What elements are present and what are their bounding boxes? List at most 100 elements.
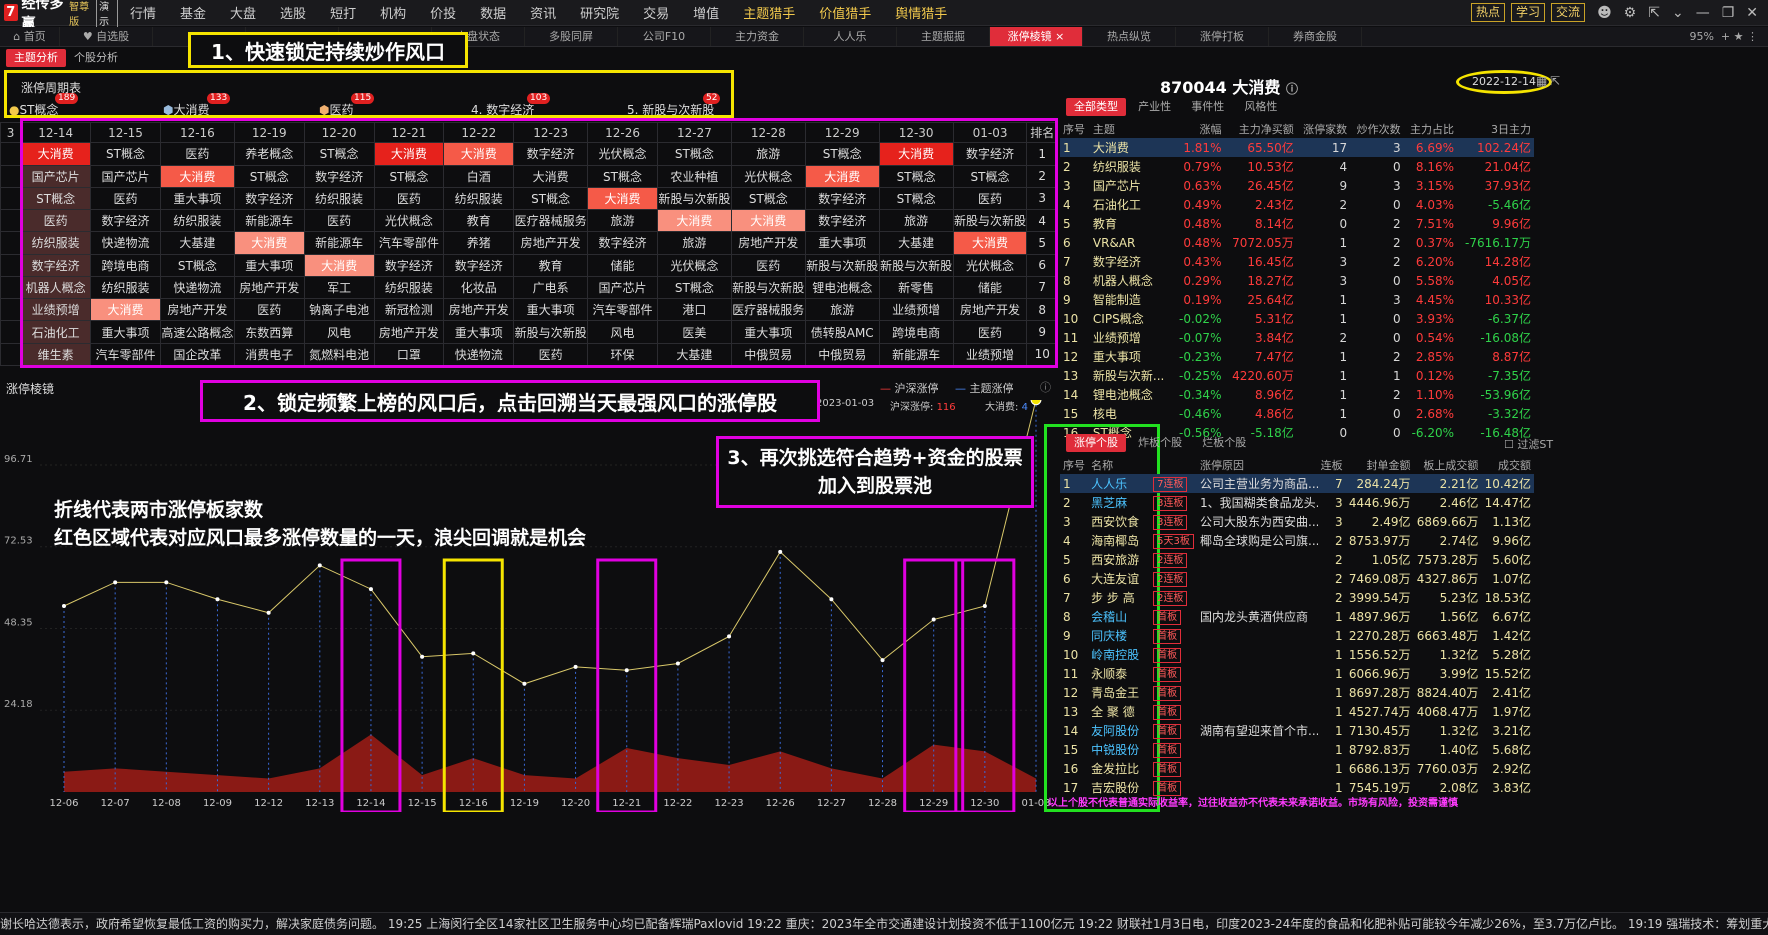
grid-theme-cell[interactable]: 储能 xyxy=(587,253,658,277)
news-ticker[interactable]: 谢长哈达德表示，政府希望恢复最低工资的购买力，解决家庭债务问题。 19:25 上… xyxy=(0,912,1768,935)
grid-theme-cell[interactable]: 快递物流 xyxy=(159,275,235,300)
stock-row[interactable]: 7 步 步 高 2连板 2 3999.54万 5.23亿 18.53亿 xyxy=(1060,588,1534,607)
market-point[interactable] xyxy=(368,587,373,592)
tab-style[interactable]: 风格性 xyxy=(1236,98,1285,116)
grid-theme-cell[interactable]: 旅游 xyxy=(804,298,880,322)
grid-theme-cell[interactable]: 钠离子电池 xyxy=(303,298,375,322)
grid-theme-cell[interactable]: 环保 xyxy=(587,342,658,367)
grid-theme-cell[interactable]: ST概念 xyxy=(20,186,92,211)
stock-col-head[interactable]: 涨停原因 xyxy=(1197,456,1317,474)
grid-theme-cell[interactable]: 医药 xyxy=(730,253,806,277)
grid-theme-cell[interactable]: ST概念 xyxy=(90,142,161,166)
theme-col-head[interactable]: 主力净买额 xyxy=(1224,120,1296,138)
grid-theme-cell[interactable]: 房地产开发 xyxy=(513,231,589,255)
grid-theme-cell[interactable]: 大消费 xyxy=(587,186,658,211)
stock-row[interactable]: 15 中锐股份 首板 1 8792.83万 1.40亿 5.68亿 xyxy=(1060,740,1534,759)
menu-item[interactable]: 数据 xyxy=(480,3,506,22)
grid-theme-cell[interactable]: 重大事项 xyxy=(513,298,589,322)
tab-item[interactable]: 券商金股 xyxy=(1269,27,1362,46)
grid-theme-cell[interactable]: 中俄贸易 xyxy=(730,342,806,367)
menu-item[interactable]: 资讯 xyxy=(530,3,556,22)
stock-row[interactable]: 9 同庆楼 首板 1 2270.28万 6663.48万 1.42亿 xyxy=(1060,626,1534,645)
stock-row[interactable]: 5 西安旅游 2连板 2 1.05亿 7573.28万 5.60亿 xyxy=(1060,550,1534,569)
grid-theme-cell[interactable]: 重大事项 xyxy=(730,320,806,344)
tab-rotten-stocks[interactable]: 烂板个股 xyxy=(1194,434,1254,452)
tab-stock-analysis[interactable]: 个股分析 xyxy=(66,49,126,67)
grid-theme-cell[interactable]: 业绩预增 xyxy=(878,298,954,322)
grid-theme-cell[interactable]: ST概念 xyxy=(513,186,589,211)
stock-col-head[interactable]: 封单金额 xyxy=(1346,456,1414,474)
help-icon[interactable]: ⓘ xyxy=(1040,379,1051,395)
grid-theme-cell[interactable]: 旅游 xyxy=(730,142,806,166)
tab-item[interactable]: 主题掘掘 xyxy=(897,27,990,46)
grid-theme-cell[interactable]: 纺织服装 xyxy=(20,231,92,255)
tab-item[interactable]: 涨停棱镜 × xyxy=(990,27,1083,46)
chevron-down-icon[interactable]: ⌄ xyxy=(1672,5,1684,21)
grid-theme-cell[interactable]: 旅游 xyxy=(878,209,954,233)
grid-theme-cell[interactable]: 光伏概念 xyxy=(373,209,445,233)
grid-date-head[interactable]: 01-03 xyxy=(952,121,1028,144)
grid-theme-cell[interactable]: 债转股AMC xyxy=(804,320,880,344)
grid-theme-cell[interactable]: 农业种植 xyxy=(656,164,732,188)
grid-theme-cell[interactable]: 储能 xyxy=(952,275,1028,300)
user-icon[interactable]: ☻ xyxy=(1597,5,1612,21)
minimize-icon[interactable]: — xyxy=(1696,5,1710,21)
theme-col-head[interactable]: 序号 xyxy=(1060,120,1090,138)
grid-theme-cell[interactable]: 教育 xyxy=(513,253,589,277)
theme-col-head[interactable]: 涨停家数 xyxy=(1297,120,1350,138)
grid-theme-cell[interactable]: 化妆品 xyxy=(443,275,515,300)
tab-theme-analysis[interactable]: 主题分析 xyxy=(6,49,66,67)
theme-row[interactable]: 2 纺织服装 0.79% 10.53亿 4 0 8.16% 21.04亿 xyxy=(1060,157,1534,176)
tab-item[interactable]: 热点纵览 xyxy=(1083,27,1176,46)
grid-theme-cell[interactable]: ST概念 xyxy=(878,164,954,188)
grid-theme-cell[interactable]: 光伏概念 xyxy=(587,142,658,166)
grid-theme-cell[interactable]: ST概念 xyxy=(159,253,235,277)
grid-theme-cell[interactable]: 大基建 xyxy=(656,342,732,367)
theme-row[interactable]: 10 CIPS概念 -0.02% 5.31亿 1 0 3.93% -6.37亿 xyxy=(1060,309,1534,328)
grid-theme-cell[interactable]: 大消费 xyxy=(373,142,445,166)
grid-theme-cell[interactable]: 港口 xyxy=(656,298,732,322)
grid-theme-cell[interactable]: 大消费 xyxy=(20,142,92,166)
grid-theme-cell[interactable]: ST概念 xyxy=(804,142,880,166)
grid-theme-cell[interactable]: 数字经济 xyxy=(443,253,515,277)
market-point[interactable] xyxy=(164,580,169,585)
stock-col-head[interactable]: 连板 xyxy=(1318,456,1346,474)
grid-theme-cell[interactable]: 维生素 xyxy=(20,342,92,367)
grid-theme-cell[interactable]: 房地产开发 xyxy=(373,320,445,344)
menu-item[interactable]: 行情 xyxy=(130,3,156,22)
market-point[interactable] xyxy=(62,604,66,608)
grid-theme-cell[interactable]: 新股与次新股 xyxy=(513,320,589,344)
market-point[interactable] xyxy=(1030,400,1042,406)
grid-date-head[interactable]: 12-28 xyxy=(730,121,806,144)
grid-theme-cell[interactable]: 纺织服装 xyxy=(443,186,515,211)
grid-theme-cell[interactable]: 新能源车 xyxy=(878,342,954,367)
tab-item[interactable]: 公司F10 xyxy=(618,27,711,46)
grid-theme-cell[interactable]: ST概念 xyxy=(587,164,658,188)
grid-theme-cell[interactable]: 机器人概念 xyxy=(20,275,92,300)
grid-date-head[interactable]: 12-23 xyxy=(513,121,589,144)
grid-date-head[interactable]: 12-22 xyxy=(443,121,515,144)
grid-theme-cell[interactable]: 医药 xyxy=(20,209,92,233)
stock-row[interactable]: 3 西安饮食 3连板 公司大股东为西安曲... 3 2.49亿 6869.66万 1.13亿 xyxy=(1060,512,1534,531)
tab-limit-up-stocks[interactable]: 涨停个股 xyxy=(1066,434,1126,452)
grid-date-head[interactable]: 12-15 xyxy=(90,121,161,144)
grid-theme-cell[interactable]: 国产芯片 xyxy=(587,275,658,300)
stock-row[interactable]: 2 黑芝麻 3连板 1、我国糊类食品龙头... 3 4446.96万 2.46亿 14.47亿 xyxy=(1060,493,1534,512)
market-point[interactable] xyxy=(829,597,834,602)
grid-theme-cell[interactable]: 新能源车 xyxy=(303,231,375,255)
theme-row[interactable]: 1 大消费 1.81% 65.50亿 17 3 6.69% 102.24亿 xyxy=(1060,138,1534,157)
grid-theme-cell[interactable]: 医药 xyxy=(373,186,445,211)
theme-row[interactable]: 4 石油化工 0.49% 2.43亿 2 0 4.03% -5.46亿 xyxy=(1060,195,1534,214)
grid-theme-cell[interactable]: 旅游 xyxy=(587,209,658,233)
menu-item[interactable]: 选股 xyxy=(280,3,306,22)
grid-theme-cell[interactable]: 数字经济 xyxy=(804,186,880,211)
grid-theme-cell[interactable]: 新股与次新股 xyxy=(730,275,806,300)
grid-theme-cell[interactable]: 养猪 xyxy=(443,231,515,255)
cycle-item-1[interactable]: ●ST概念 189 xyxy=(9,93,79,118)
grid-theme-cell[interactable]: 大消费 xyxy=(804,164,880,188)
grid-theme-cell[interactable]: 消费电子 xyxy=(233,342,305,367)
market-point[interactable] xyxy=(778,549,783,554)
menu-item[interactable]: 价投 xyxy=(430,3,456,22)
stock-row[interactable]: 16 金发拉比 首板 1 6686.13万 7760.03万 2.92亿 xyxy=(1060,759,1534,778)
tab-event[interactable]: 事件性 xyxy=(1183,98,1232,116)
